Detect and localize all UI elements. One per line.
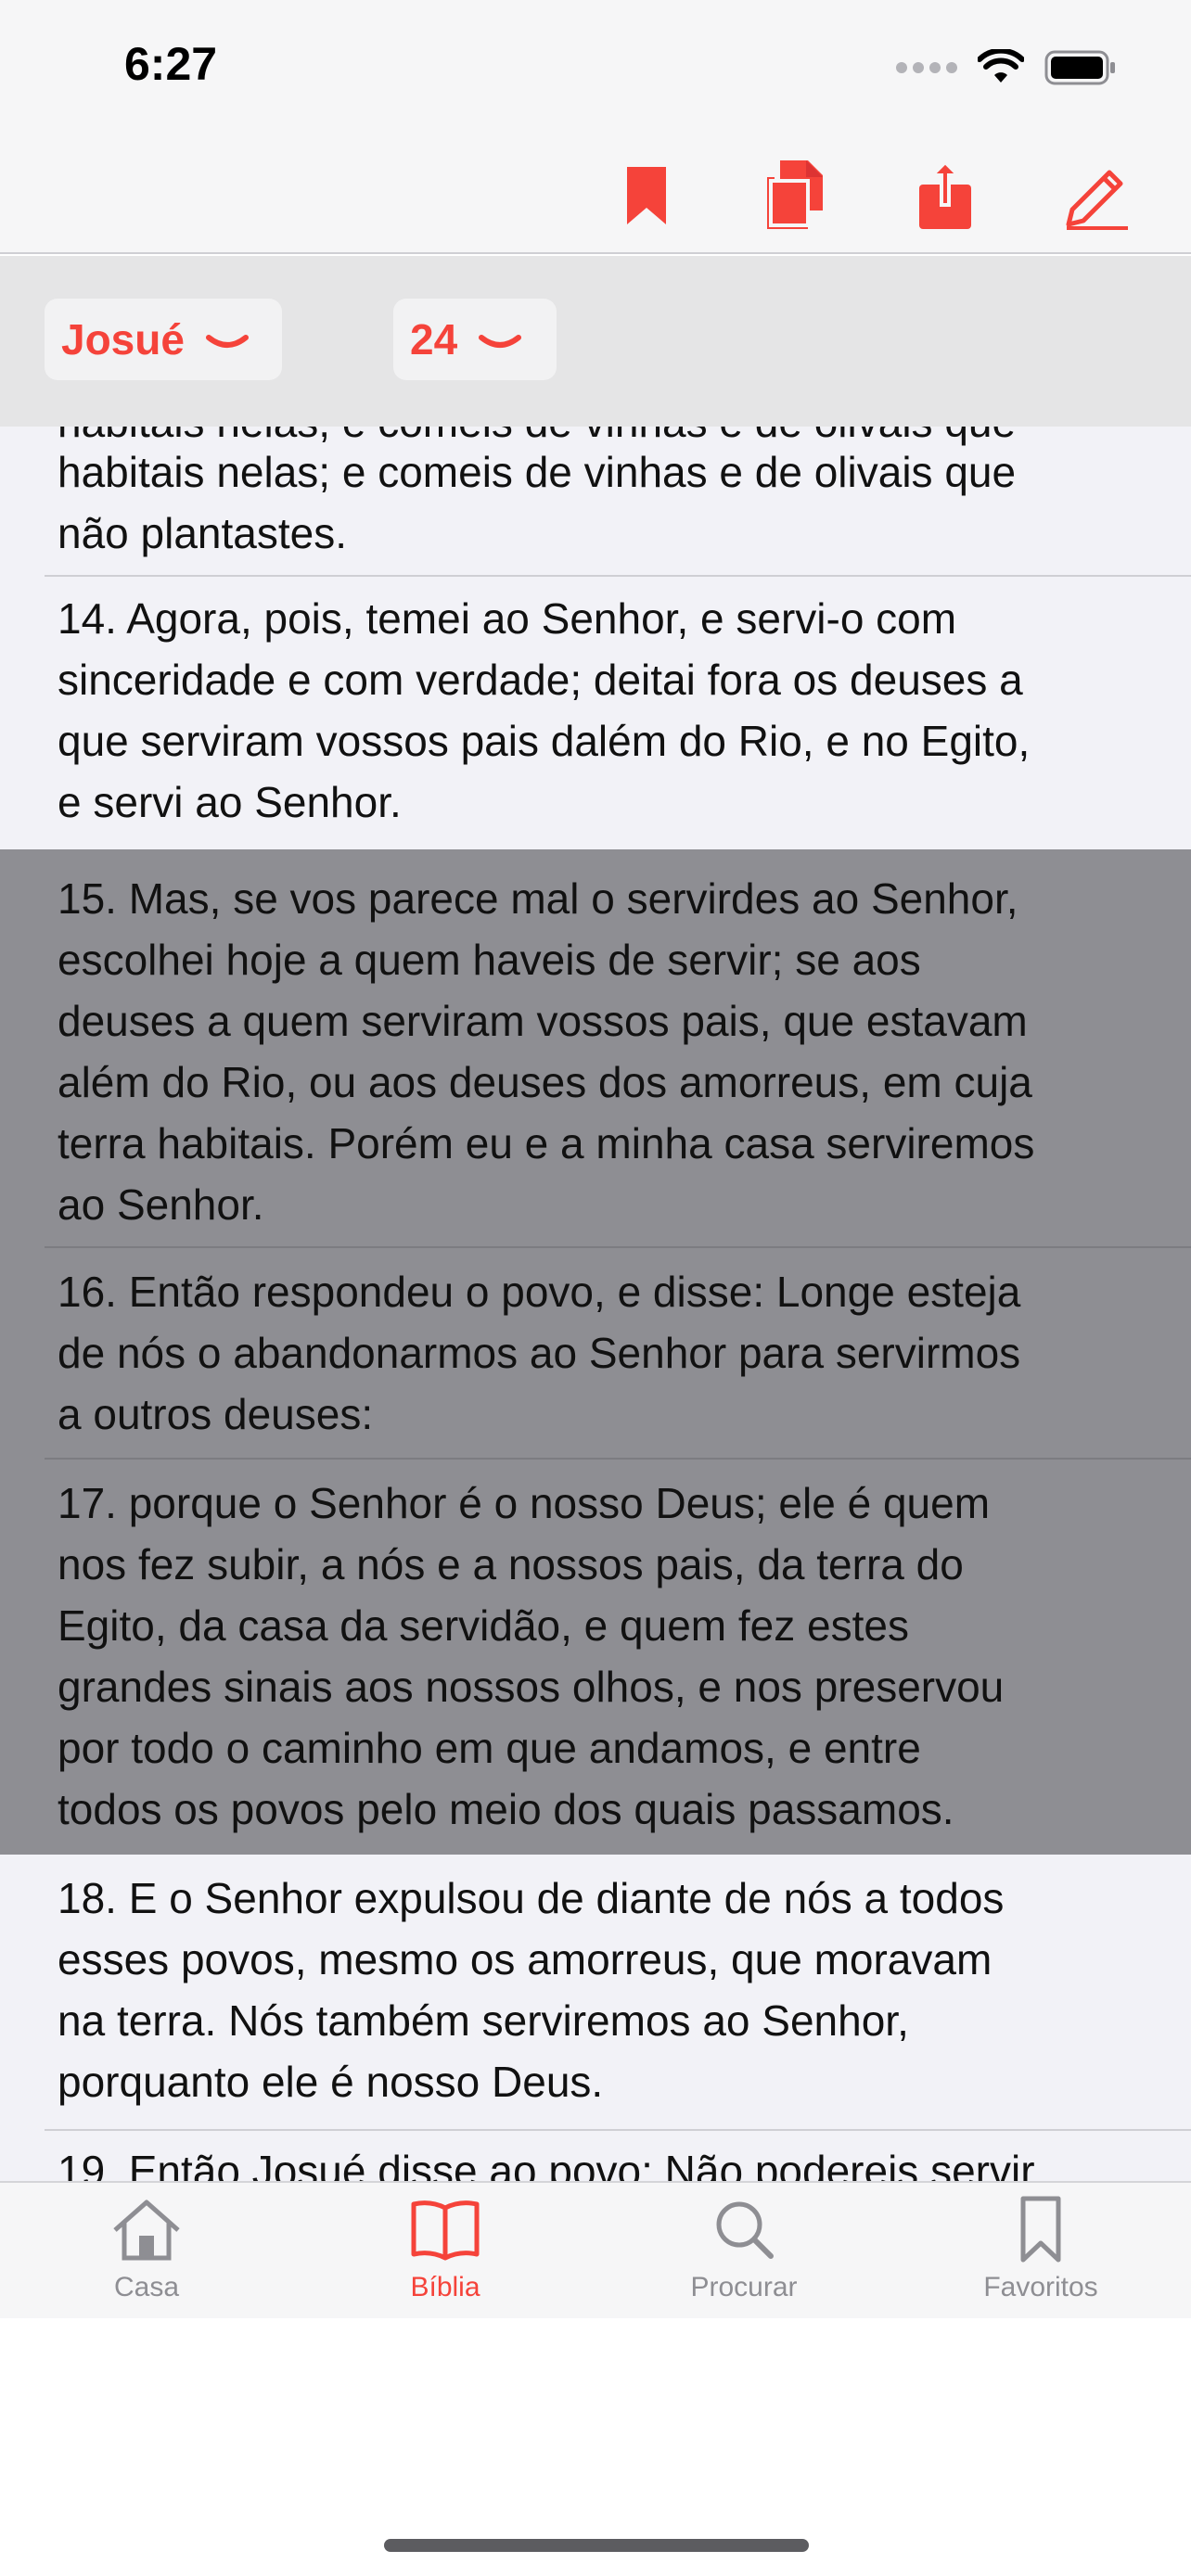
- battery-icon: [1044, 50, 1115, 85]
- verse-text: 16. Então respondeu o povo, e disse: Lon…: [58, 1268, 1021, 1438]
- verse-text: 17. porque o Senhor é o nosso Deus; ele …: [58, 1479, 1005, 1833]
- chapter-selector[interactable]: 24: [393, 299, 557, 380]
- status-time: 6:27: [124, 38, 218, 90]
- tab-label: Favoritos: [983, 2272, 1098, 2302]
- verse-17[interactable]: 17. porque o Senhor é o nosso Deus; ele …: [0, 1460, 1191, 1855]
- house-icon: [109, 2192, 184, 2266]
- bookmark-button[interactable]: [605, 154, 688, 237]
- chapter-selector-label: 24: [410, 315, 458, 363]
- verse-16[interactable]: 16. Então respondeu o povo, e disse: Lon…: [0, 1248, 1191, 1460]
- book-chapter-selector-bar: Josué 24: [0, 256, 1191, 427]
- tab-favoritos[interactable]: Favoritos: [948, 2192, 1133, 2313]
- bookmark-icon: [627, 167, 666, 224]
- tab-procurar[interactable]: Procurar: [651, 2192, 837, 2313]
- bible-reader-screen: 6:27 habitais nelas; e comeis de vinhas …: [0, 0, 1191, 2576]
- copy-icon: [767, 160, 823, 229]
- top-toolbar: [0, 137, 1191, 254]
- tab-label: Casa: [113, 2272, 180, 2302]
- book-selector-label: Josué: [61, 315, 185, 363]
- verse-text: 14. Agora, pois, temei ao Senhor, e serv…: [58, 594, 1031, 826]
- verse-13-tail[interactable]: habitais nelas; e comeis de vinhas e de …: [0, 441, 1191, 577]
- tab-label: Bíblia: [410, 2272, 480, 2302]
- wifi-icon: [978, 49, 1024, 83]
- verse-14[interactable]: 14. Agora, pois, temei ao Senhor, e serv…: [0, 577, 1191, 851]
- tab-label: Procurar: [690, 2272, 798, 2302]
- edit-button[interactable]: [1056, 154, 1139, 237]
- copy-button[interactable]: [753, 154, 837, 237]
- chevron-down-icon: [205, 314, 250, 364]
- home-indicator[interactable]: [384, 2539, 809, 2552]
- tab-bar: Casa Bíblia Procurar Favoritos: [0, 2181, 1191, 2318]
- verse-text: 15. Mas, se vos parece mal o servirdes a…: [58, 874, 1035, 1229]
- verse-19[interactable]: 19. Então Josué disse ao povo: Não poder…: [0, 2131, 1191, 2181]
- search-icon: [711, 2192, 776, 2266]
- bookmark-icon: [1018, 2192, 1064, 2266]
- chevron-down-icon: [478, 314, 522, 364]
- verse-text: 18. E o Senhor expulsou de diante de nós…: [58, 1874, 1005, 2106]
- share-button[interactable]: [903, 154, 987, 237]
- cellular-signal-icon: [896, 62, 957, 73]
- verses-list[interactable]: habitais nelas; e comeis de vinhas e de …: [0, 399, 1191, 2181]
- status-bar: 6:27: [0, 0, 1191, 137]
- tab-biblia[interactable]: Bíblia: [352, 2192, 538, 2313]
- verse-text: habitais nelas; e comeis de vinhas e de …: [58, 448, 1017, 557]
- tab-casa[interactable]: Casa: [54, 2192, 239, 2313]
- edit-icon: [1066, 170, 1128, 230]
- book-icon: [408, 2192, 482, 2266]
- book-selector[interactable]: Josué: [45, 299, 282, 380]
- verse-text: 19. Então Josué disse ao povo: Não poder…: [58, 2147, 1035, 2181]
- share-icon: [919, 159, 971, 229]
- verse-18[interactable]: 18. E o Senhor expulsou de diante de nós…: [0, 1855, 1191, 2129]
- status-indicators: [896, 45, 1117, 91]
- verse-15[interactable]: 15. Mas, se vos parece mal o servirdes a…: [0, 849, 1191, 1248]
